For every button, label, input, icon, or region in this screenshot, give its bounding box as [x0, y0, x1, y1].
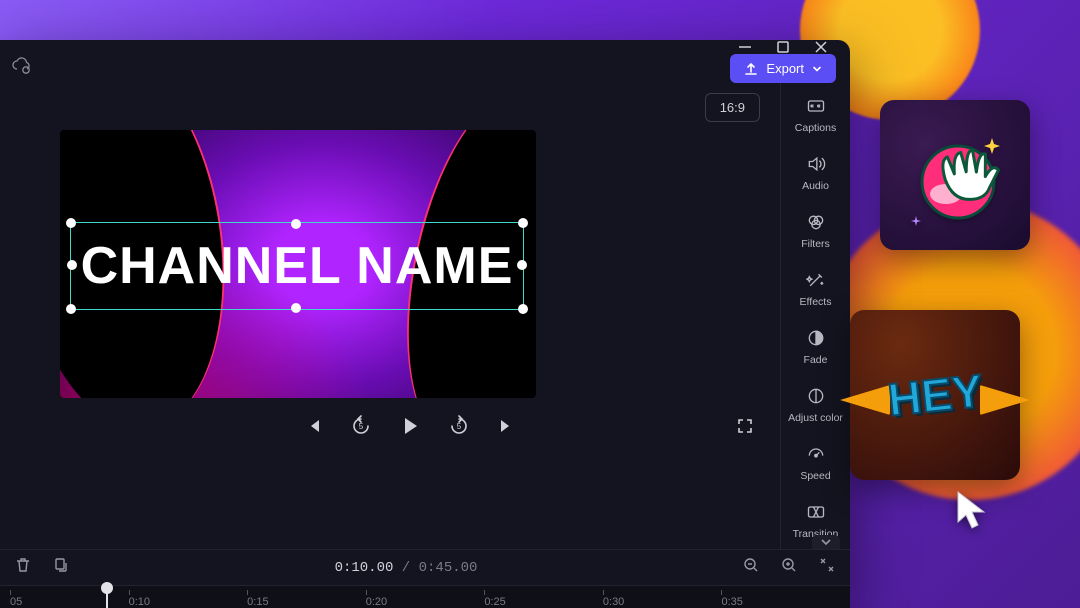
canvas[interactable]: CHANNEL NAME [60, 130, 536, 398]
svg-text:5: 5 [359, 422, 364, 431]
ruler-tick: 0:15 [247, 586, 366, 608]
resize-handle[interactable] [66, 218, 76, 228]
playhead[interactable] [106, 586, 108, 608]
sticker-hand[interactable] [880, 100, 1030, 250]
panel-audio[interactable]: Audio [781, 145, 850, 201]
aspect-ratio-button[interactable]: 16:9 [705, 93, 760, 122]
svg-text:5: 5 [457, 422, 462, 431]
speed-icon [806, 444, 826, 464]
text-selection-box[interactable]: CHANNEL NAME [70, 222, 524, 310]
resize-handle[interactable] [291, 219, 301, 229]
ruler-tick: 0:10 [129, 586, 248, 608]
chevron-down-icon [812, 64, 822, 74]
fade-icon [806, 328, 826, 348]
timecode: 0:10.00 / 0:45.00 [335, 560, 478, 576]
cloud-save-icon[interactable] [12, 56, 32, 81]
ruler-tick: 0:25 [484, 586, 603, 608]
sticker-text: HEY [885, 363, 985, 427]
export-button[interactable]: Export [730, 54, 836, 83]
app-window: Export 16:9 CHANNEL N [0, 40, 850, 608]
rewind-button[interactable]: 5 [350, 415, 372, 437]
top-toolbar: Export [0, 54, 850, 83]
preview-area: 16:9 CHANNEL NAME 5 [0, 83, 780, 549]
forward-button[interactable]: 5 [448, 415, 470, 437]
minimize-button[interactable] [738, 40, 752, 54]
panel-fade[interactable]: Fade [781, 319, 850, 375]
side-panel: Captions Audio Filters Effects Fade Adju… [780, 83, 850, 549]
fit-button[interactable] [818, 556, 836, 579]
export-label: Export [766, 61, 804, 76]
play-button[interactable] [398, 414, 422, 438]
close-button[interactable] [814, 40, 828, 54]
audio-icon [806, 154, 826, 174]
resize-handle[interactable] [518, 304, 528, 314]
timeline-toolbar: 0:10.00 / 0:45.00 [0, 549, 850, 585]
ruler-tick: 0:35 [721, 586, 840, 608]
upload-icon [744, 62, 758, 76]
skip-end-button[interactable] [496, 416, 516, 436]
transition-icon [806, 502, 826, 522]
adjust-icon [806, 386, 826, 406]
playback-controls: 5 5 [60, 398, 760, 444]
panel-filters[interactable]: Filters [781, 203, 850, 259]
resize-handle[interactable] [518, 218, 528, 228]
filters-icon [806, 212, 826, 232]
fullscreen-button[interactable] [736, 417, 754, 435]
duration: 0:45.00 [419, 560, 478, 576]
duplicate-button[interactable] [52, 556, 70, 579]
panel-effects[interactable]: Effects [781, 261, 850, 317]
ruler-tick: 0:30 [603, 586, 722, 608]
current-time: 0:10.00 [335, 560, 394, 576]
ruler-tick: 0:20 [366, 586, 485, 608]
titlebar [0, 40, 850, 54]
panel-adjust-colors[interactable]: Adjust color [781, 377, 850, 433]
resize-handle[interactable] [67, 260, 77, 270]
panel-speed[interactable]: Speed [781, 435, 850, 491]
captions-icon [806, 96, 826, 116]
resize-handle[interactable] [291, 303, 301, 313]
collapse-timeline-button[interactable] [812, 535, 840, 549]
resize-handle[interactable] [517, 260, 527, 270]
canvas-text[interactable]: CHANNEL NAME [81, 236, 514, 296]
zoom-in-button[interactable] [780, 556, 798, 579]
panel-captions[interactable]: Captions [781, 87, 850, 143]
cursor-icon [956, 490, 990, 535]
delete-button[interactable] [14, 556, 32, 579]
effects-icon [806, 270, 826, 290]
skip-start-button[interactable] [304, 416, 324, 436]
maximize-button[interactable] [776, 40, 790, 54]
sticker-hey[interactable]: HEY [850, 310, 1020, 480]
resize-handle[interactable] [66, 304, 76, 314]
zoom-out-button[interactable] [742, 556, 760, 579]
timeline-ruler[interactable]: 050:100:150:200:250:300:35 [0, 585, 850, 608]
